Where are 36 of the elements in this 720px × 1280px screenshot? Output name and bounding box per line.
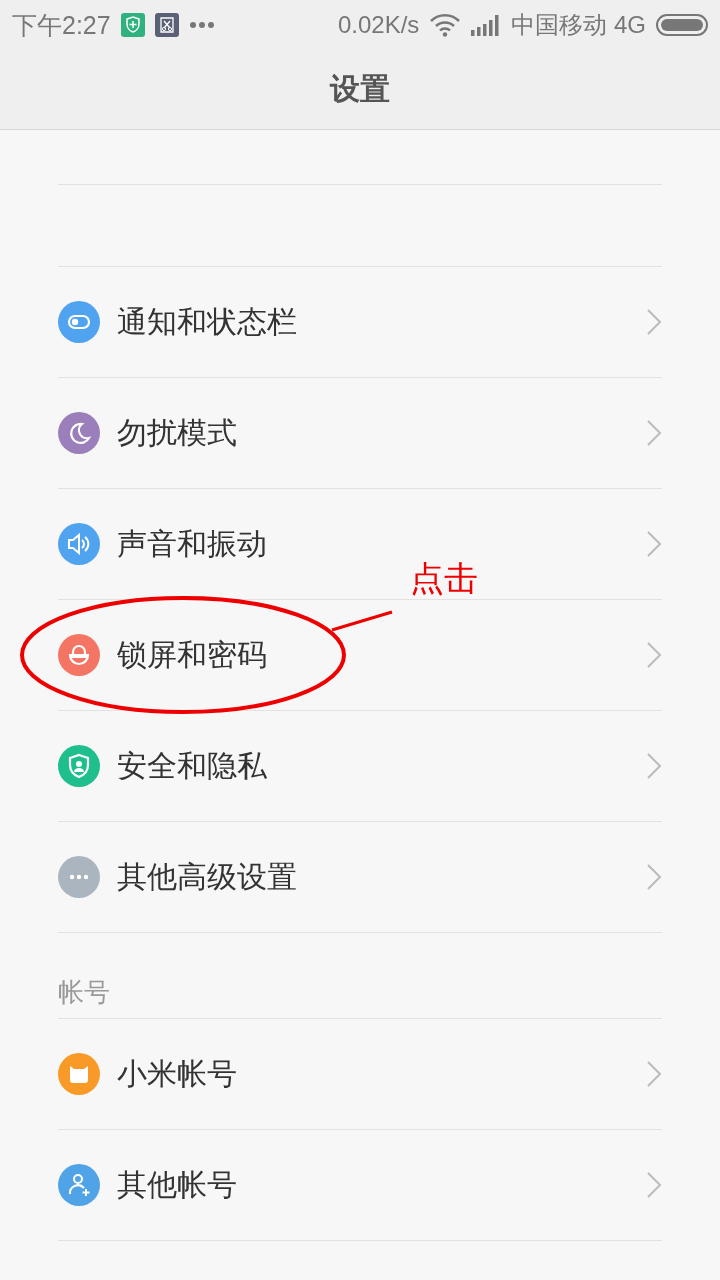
settings-row[interactable]: 安全和隐私 — [58, 711, 662, 822]
row-label: 其他高级设置 — [117, 857, 298, 896]
settings-row[interactable]: 其他帐号 — [58, 1130, 662, 1241]
annotation-text: 点击 — [410, 558, 478, 598]
network-speed: 0.02K/s — [337, 11, 420, 39]
row-label: 其他帐号 — [117, 1165, 238, 1204]
row-label: 锁屏和密码 — [117, 635, 268, 674]
settings-row[interactable]: 其他高级设置 — [58, 822, 662, 933]
page-title: 设置 — [328, 70, 391, 108]
row-label: 通知和状态栏 — [117, 302, 298, 341]
chevron-icon — [646, 1060, 662, 1088]
row-label: 小米帐号 — [117, 1054, 238, 1093]
chevron-icon — [646, 752, 662, 780]
row-label: 勿扰模式 — [117, 413, 238, 452]
row-label: 安全和隐私 — [117, 746, 268, 785]
settings-row[interactable]: 通知和状态栏 — [58, 267, 662, 378]
wifi-icon — [429, 13, 462, 37]
scissors-icon — [154, 13, 179, 37]
row-label: 声音和振动 — [117, 524, 268, 563]
settings-row[interactable]: 锁屏和密码 — [58, 600, 662, 711]
chevron-icon — [646, 863, 662, 891]
chevron-icon — [646, 530, 662, 558]
chevron-icon — [646, 1171, 662, 1199]
chevron-icon — [646, 641, 662, 669]
chevron-icon — [646, 419, 662, 447]
signal-icon — [471, 14, 502, 36]
status-time: 下午2:27 — [12, 9, 111, 41]
chevron-icon — [646, 308, 662, 336]
settings-row[interactable]: 小米帐号 — [58, 1019, 662, 1130]
shield-icon — [120, 13, 145, 37]
carrier-label: 中国移动 4G — [511, 10, 646, 40]
leader-line — [330, 608, 394, 632]
settings-row[interactable]: 勿扰模式 — [58, 378, 662, 489]
section-header: 帐号 — [58, 933, 662, 1019]
battery-icon — [656, 14, 708, 36]
more-icon — [188, 21, 215, 29]
